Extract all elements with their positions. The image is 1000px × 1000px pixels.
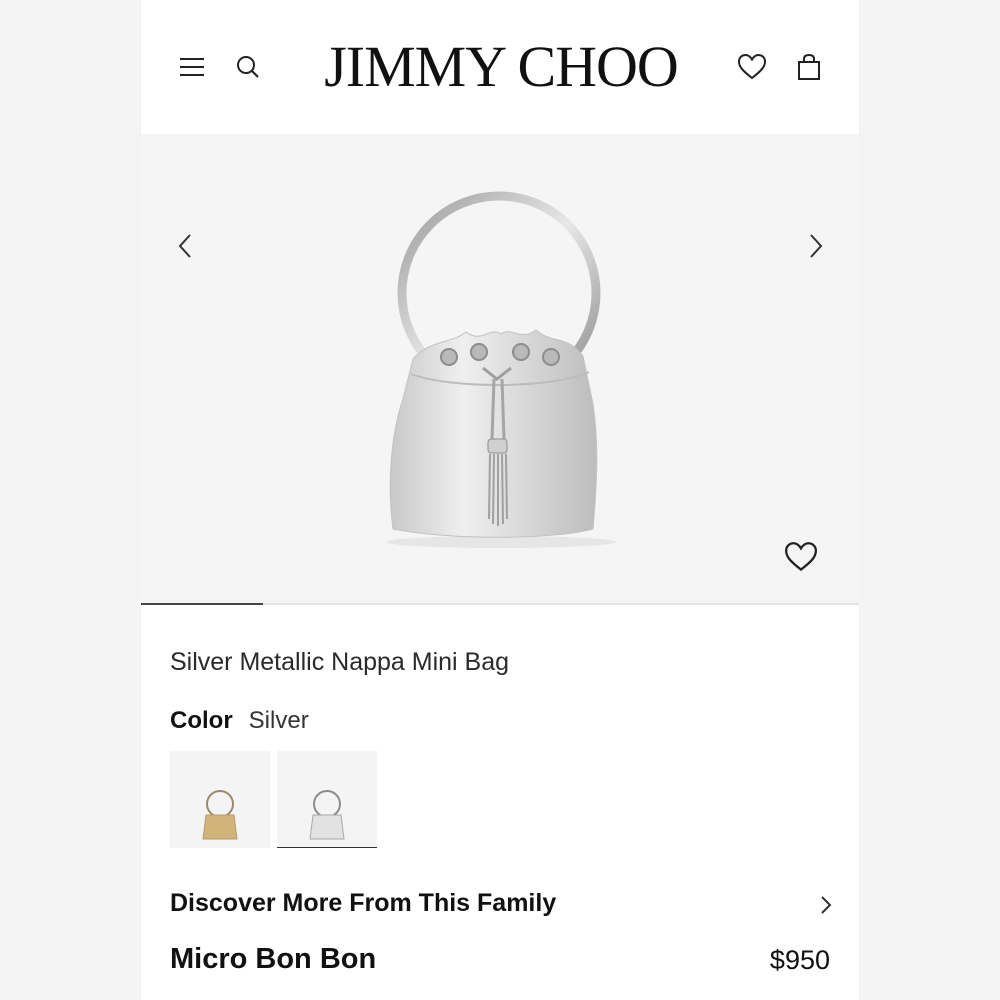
swatch-gold[interactable] [170, 751, 270, 848]
brand-logo[interactable]: JIMMY CHOO [316, 34, 686, 99]
site-header: JIMMY CHOO [141, 0, 859, 134]
product-bag-image [386, 191, 616, 548]
gold-bag-thumbnail [202, 790, 238, 840]
chevron-left-icon[interactable] [165, 226, 205, 266]
shopping-bag-icon[interactable] [791, 49, 827, 85]
family-product-price: $950 [769, 945, 830, 975]
hamburger-menu-icon[interactable] [175, 50, 209, 84]
search-icon[interactable] [231, 50, 265, 84]
color-selector-label: Color Silver [170, 707, 309, 735]
silver-bag-thumbnail [309, 790, 345, 840]
gallery-progress-indicator [141, 603, 264, 605]
product-image-gallery[interactable] [141, 134, 859, 604]
family-product-name: Micro Bon Bon [170, 943, 377, 975]
color-label: Color [170, 707, 233, 734]
gallery-progress-track [141, 603, 859, 605]
favorite-heart-icon[interactable] [781, 537, 821, 577]
chevron-right-icon [820, 895, 832, 920]
heart-icon[interactable] [734, 49, 770, 85]
swatch-silver[interactable] [277, 751, 377, 848]
color-value: Silver [248, 707, 309, 734]
discover-family-label: Discover More From This Family [170, 889, 557, 917]
product-title: Silver Metallic Nappa Mini Bag [170, 648, 510, 676]
product-page: JIMMY CHOO Silver Metallic Nappa Mini Ba… [141, 0, 859, 1000]
family-product-row[interactable]: Micro Bon Bon $950 [170, 943, 830, 983]
discover-family-link[interactable]: Discover More From This Family [170, 889, 832, 925]
chevron-right-icon[interactable] [796, 226, 836, 266]
